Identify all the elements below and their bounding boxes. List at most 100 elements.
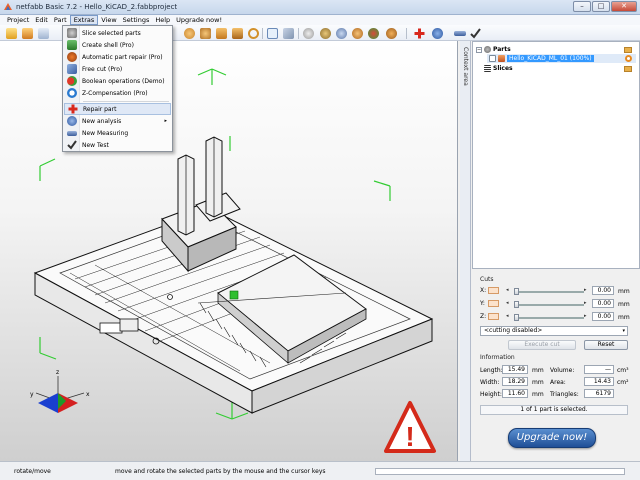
zoom-icon[interactable] xyxy=(248,28,259,39)
menu-item-automatic-part-repair[interactable]: Automatic part repair (Pro) xyxy=(64,51,171,63)
auto-repair-icon xyxy=(67,52,77,62)
cut-z-value[interactable]: 0.00 xyxy=(592,312,614,321)
color-mode-icon[interactable] xyxy=(368,28,379,39)
open-folder-icon[interactable] xyxy=(6,28,17,39)
cut-z-left-arrow[interactable]: ◂ xyxy=(506,313,509,319)
warning-icon[interactable]: ! xyxy=(384,401,436,453)
cut-z-slider-thumb[interactable] xyxy=(514,314,519,321)
folder-icon[interactable] xyxy=(624,65,632,72)
menu-item-slice-selected-parts[interactable]: Slice selected parts xyxy=(64,27,171,39)
view-front-icon[interactable] xyxy=(184,28,195,39)
cut-z-right-arrow[interactable]: ▸ xyxy=(584,313,587,319)
menu-item-new-measuring[interactable]: New Measuring xyxy=(64,127,171,139)
cut-y-value[interactable]: 0.00 xyxy=(592,299,614,308)
tree-slices-row[interactable]: Slices xyxy=(476,64,636,73)
parts-tree: − Parts Hello_KiCAD_ML_01 (100%) Slices xyxy=(472,41,640,269)
menu-settings[interactable]: Settings xyxy=(120,15,153,25)
palette-icon[interactable] xyxy=(386,28,397,39)
menu-project[interactable]: Project xyxy=(4,15,32,25)
z-compensation-icon xyxy=(67,88,77,98)
chevron-down-icon: ▾ xyxy=(622,328,625,334)
menu-extras[interactable]: Extras xyxy=(69,15,99,25)
menu-item-create-shell[interactable]: Create shell (Pro) xyxy=(64,39,171,51)
menu-item-boolean-operations[interactable]: Boolean operations (Demo) xyxy=(64,75,171,87)
cut-x-left-arrow[interactable]: ◂ xyxy=(506,287,509,293)
maximize-button[interactable]: □ xyxy=(592,1,610,12)
menu-bar: Project Edit Part Extras View Settings H… xyxy=(0,15,640,25)
analysis-icon[interactable] xyxy=(432,28,443,39)
volume-unit: cm³ xyxy=(617,367,629,374)
cut-z-slider[interactable] xyxy=(514,317,584,319)
tree-parts-row[interactable]: − Parts xyxy=(476,45,636,54)
cut-x-slider[interactable] xyxy=(514,291,584,293)
progress-bar xyxy=(375,468,625,475)
context-area-tab[interactable]: Context area xyxy=(460,41,471,461)
folder-icon[interactable] xyxy=(624,46,632,53)
gear-icon[interactable] xyxy=(625,55,632,62)
context-area-label: Context area xyxy=(462,47,469,86)
view-back-icon[interactable] xyxy=(200,28,211,39)
view-iso-icon[interactable] xyxy=(232,28,243,39)
close-button[interactable]: ✕ xyxy=(611,1,637,12)
select-arrow-icon[interactable] xyxy=(267,28,278,39)
cut-y-slider[interactable] xyxy=(514,304,584,306)
selection-status: 1 of 1 part is selected. xyxy=(480,405,628,415)
cut-mode-select[interactable]: <cutting disabled> ▾ xyxy=(480,326,628,336)
cut-y-left-arrow[interactable]: ◂ xyxy=(506,300,509,306)
menu-item-new-analysis[interactable]: New analysis ▸ xyxy=(64,115,171,127)
height-value: 11.60 xyxy=(502,389,528,398)
menu-item-z-compensation[interactable]: Z-Compensation (Pro) xyxy=(64,87,171,99)
menu-item-free-cut[interactable]: Free cut (Pro) xyxy=(64,63,171,75)
menu-upgrade-now[interactable]: Upgrade now! xyxy=(173,15,225,25)
cut-y-label: Y: xyxy=(480,300,485,307)
tree-part-item[interactable]: Hello_KiCAD_ML_01 (100%) xyxy=(487,54,636,63)
cut-x-value[interactable]: 0.00 xyxy=(592,286,614,295)
collapse-icon[interactable]: − xyxy=(476,46,482,53)
menu-view[interactable]: View xyxy=(98,15,119,25)
axis-z-label: z xyxy=(56,369,59,376)
axis-x-label: x xyxy=(86,391,90,398)
tree-slices-label: Slices xyxy=(493,65,513,72)
height-unit: mm xyxy=(532,391,544,398)
lighting-icon[interactable] xyxy=(352,28,363,39)
netfabb-logo-icon xyxy=(3,2,13,12)
menu-item-label: Automatic part repair (Pro) xyxy=(82,53,163,61)
rotate-tool-icon[interactable] xyxy=(283,28,294,39)
execute-cut-button[interactable]: Execute cut xyxy=(508,340,576,350)
minimize-button[interactable]: – xyxy=(573,1,591,12)
menu-help[interactable]: Help xyxy=(152,15,173,25)
analysis-icon xyxy=(67,116,77,126)
cut-z-color xyxy=(488,313,499,320)
screenshot-icon[interactable] xyxy=(38,28,49,39)
shading-icon[interactable] xyxy=(303,28,314,39)
menu-item-repair-part[interactable]: Repair part xyxy=(64,103,171,115)
checkmark-icon[interactable] xyxy=(470,28,481,39)
length-label: Length: xyxy=(480,367,503,374)
menu-item-label: New analysis xyxy=(82,117,122,125)
wireframe-icon[interactable] xyxy=(320,28,331,39)
selection-handle[interactable] xyxy=(229,290,239,300)
area-label: Area: xyxy=(550,379,566,386)
area-unit: cm² xyxy=(617,379,629,386)
cut-y-right-arrow[interactable]: ▸ xyxy=(584,300,587,306)
pcb-model[interactable] xyxy=(33,136,434,414)
view-top-icon[interactable] xyxy=(216,28,227,39)
transparency-icon[interactable] xyxy=(336,28,347,39)
checkbox-icon[interactable] xyxy=(489,55,496,62)
cut-x-label: X: xyxy=(480,287,487,294)
add-part-icon[interactable] xyxy=(22,28,33,39)
tree-parts-label: Parts xyxy=(493,46,511,53)
cut-x-right-arrow[interactable]: ▸ xyxy=(584,287,587,293)
menu-edit[interactable]: Edit xyxy=(32,15,51,25)
upgrade-now-button[interactable]: Upgrade now! xyxy=(508,428,596,448)
menu-part[interactable]: Part xyxy=(51,15,70,25)
reset-button[interactable]: Reset xyxy=(584,340,628,350)
volume-label: Volume: xyxy=(550,367,575,374)
repair-cross-icon[interactable] xyxy=(414,28,425,39)
menu-item-new-test[interactable]: New Test xyxy=(64,139,171,151)
cut-x-slider-thumb[interactable] xyxy=(514,288,519,295)
repair-cross-icon xyxy=(68,104,78,114)
ruler-icon[interactable] xyxy=(454,31,466,36)
warning-glyph: ! xyxy=(405,421,414,452)
cut-y-slider-thumb[interactable] xyxy=(514,301,519,308)
